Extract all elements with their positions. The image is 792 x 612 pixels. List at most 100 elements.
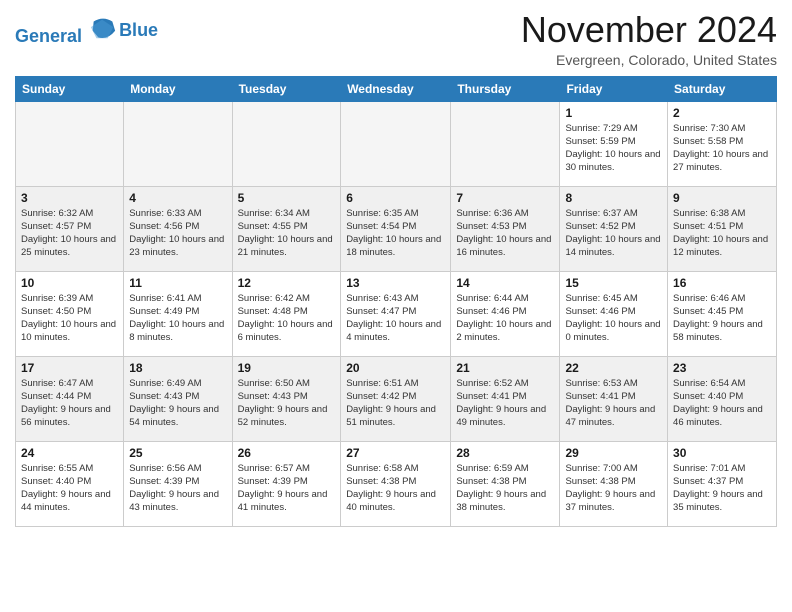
day-detail: Sunrise: 6:36 AMSunset: 4:53 PMDaylight:… xyxy=(456,207,554,260)
day-detail: Sunrise: 6:47 AMSunset: 4:44 PMDaylight:… xyxy=(21,377,118,430)
day-number: 28 xyxy=(456,446,554,460)
day-number: 11 xyxy=(129,276,226,290)
calendar-cell: 25 Sunrise: 6:56 AMSunset: 4:39 PMDaylig… xyxy=(124,441,232,526)
day-detail: Sunrise: 6:34 AMSunset: 4:55 PMDaylight:… xyxy=(238,207,336,260)
day-number: 19 xyxy=(238,361,336,375)
col-wednesday: Wednesday xyxy=(341,76,451,101)
header-row: Sunday Monday Tuesday Wednesday Thursday… xyxy=(16,76,777,101)
day-detail: Sunrise: 7:29 AMSunset: 5:59 PMDaylight:… xyxy=(565,122,662,175)
week-row-4: 24 Sunrise: 6:55 AMSunset: 4:40 PMDaylig… xyxy=(16,441,777,526)
col-thursday: Thursday xyxy=(451,76,560,101)
day-number: 6 xyxy=(346,191,445,205)
calendar-cell xyxy=(232,101,341,186)
calendar-cell: 28 Sunrise: 6:59 AMSunset: 4:38 PMDaylig… xyxy=(451,441,560,526)
day-detail: Sunrise: 6:42 AMSunset: 4:48 PMDaylight:… xyxy=(238,292,336,345)
week-row-2: 10 Sunrise: 6:39 AMSunset: 4:50 PMDaylig… xyxy=(16,271,777,356)
week-row-3: 17 Sunrise: 6:47 AMSunset: 4:44 PMDaylig… xyxy=(16,356,777,441)
col-monday: Monday xyxy=(124,76,232,101)
calendar-cell xyxy=(341,101,451,186)
week-row-0: 1 Sunrise: 7:29 AMSunset: 5:59 PMDayligh… xyxy=(16,101,777,186)
calendar-cell: 3 Sunrise: 6:32 AMSunset: 4:57 PMDayligh… xyxy=(16,186,124,271)
day-detail: Sunrise: 6:45 AMSunset: 4:46 PMDaylight:… xyxy=(565,292,662,345)
day-detail: Sunrise: 6:53 AMSunset: 4:41 PMDaylight:… xyxy=(565,377,662,430)
title-section: November 2024 Evergreen, Colorado, Unite… xyxy=(521,10,777,68)
logo-line1: General xyxy=(15,26,82,46)
day-number: 5 xyxy=(238,191,336,205)
day-detail: Sunrise: 6:49 AMSunset: 4:43 PMDaylight:… xyxy=(129,377,226,430)
col-friday: Friday xyxy=(560,76,668,101)
calendar-cell: 14 Sunrise: 6:44 AMSunset: 4:46 PMDaylig… xyxy=(451,271,560,356)
day-number: 3 xyxy=(21,191,118,205)
calendar-cell: 13 Sunrise: 6:43 AMSunset: 4:47 PMDaylig… xyxy=(341,271,451,356)
day-number: 27 xyxy=(346,446,445,460)
day-number: 7 xyxy=(456,191,554,205)
calendar-cell: 6 Sunrise: 6:35 AMSunset: 4:54 PMDayligh… xyxy=(341,186,451,271)
calendar-cell xyxy=(451,101,560,186)
day-detail: Sunrise: 7:30 AMSunset: 5:58 PMDaylight:… xyxy=(673,122,771,175)
calendar-cell: 22 Sunrise: 6:53 AMSunset: 4:41 PMDaylig… xyxy=(560,356,668,441)
day-number: 9 xyxy=(673,191,771,205)
calendar-cell: 30 Sunrise: 7:01 AMSunset: 4:37 PMDaylig… xyxy=(668,441,777,526)
calendar-cell: 26 Sunrise: 6:57 AMSunset: 4:39 PMDaylig… xyxy=(232,441,341,526)
calendar-cell: 1 Sunrise: 7:29 AMSunset: 5:59 PMDayligh… xyxy=(560,101,668,186)
calendar-cell: 19 Sunrise: 6:50 AMSunset: 4:43 PMDaylig… xyxy=(232,356,341,441)
logo: General Blue xyxy=(15,14,158,47)
day-detail: Sunrise: 6:50 AMSunset: 4:43 PMDaylight:… xyxy=(238,377,336,430)
day-detail: Sunrise: 6:55 AMSunset: 4:40 PMDaylight:… xyxy=(21,462,118,515)
day-number: 29 xyxy=(565,446,662,460)
calendar-cell: 8 Sunrise: 6:37 AMSunset: 4:52 PMDayligh… xyxy=(560,186,668,271)
calendar-cell: 16 Sunrise: 6:46 AMSunset: 4:45 PMDaylig… xyxy=(668,271,777,356)
calendar-cell: 4 Sunrise: 6:33 AMSunset: 4:56 PMDayligh… xyxy=(124,186,232,271)
header: General Blue November 2024 Evergreen, Co… xyxy=(15,10,777,68)
day-number: 23 xyxy=(673,361,771,375)
day-number: 30 xyxy=(673,446,771,460)
day-detail: Sunrise: 6:58 AMSunset: 4:38 PMDaylight:… xyxy=(346,462,445,515)
day-detail: Sunrise: 6:52 AMSunset: 4:41 PMDaylight:… xyxy=(456,377,554,430)
day-number: 14 xyxy=(456,276,554,290)
day-detail: Sunrise: 6:46 AMSunset: 4:45 PMDaylight:… xyxy=(673,292,771,345)
day-number: 2 xyxy=(673,106,771,120)
day-number: 17 xyxy=(21,361,118,375)
day-number: 13 xyxy=(346,276,445,290)
day-number: 26 xyxy=(238,446,336,460)
col-tuesday: Tuesday xyxy=(232,76,341,101)
day-detail: Sunrise: 6:32 AMSunset: 4:57 PMDaylight:… xyxy=(21,207,118,260)
logo-line2: Blue xyxy=(119,21,158,41)
calendar-table: Sunday Monday Tuesday Wednesday Thursday… xyxy=(15,76,777,527)
day-number: 21 xyxy=(456,361,554,375)
day-detail: Sunrise: 7:00 AMSunset: 4:38 PMDaylight:… xyxy=(565,462,662,515)
calendar-cell xyxy=(16,101,124,186)
logo-icon xyxy=(89,14,117,42)
calendar-cell xyxy=(124,101,232,186)
day-detail: Sunrise: 6:44 AMSunset: 4:46 PMDaylight:… xyxy=(456,292,554,345)
day-number: 25 xyxy=(129,446,226,460)
col-saturday: Saturday xyxy=(668,76,777,101)
day-detail: Sunrise: 6:56 AMSunset: 4:39 PMDaylight:… xyxy=(129,462,226,515)
location: Evergreen, Colorado, United States xyxy=(521,52,777,68)
calendar-cell: 17 Sunrise: 6:47 AMSunset: 4:44 PMDaylig… xyxy=(16,356,124,441)
calendar-cell: 20 Sunrise: 6:51 AMSunset: 4:42 PMDaylig… xyxy=(341,356,451,441)
calendar-cell: 18 Sunrise: 6:49 AMSunset: 4:43 PMDaylig… xyxy=(124,356,232,441)
day-number: 16 xyxy=(673,276,771,290)
day-detail: Sunrise: 6:37 AMSunset: 4:52 PMDaylight:… xyxy=(565,207,662,260)
day-number: 24 xyxy=(21,446,118,460)
week-row-1: 3 Sunrise: 6:32 AMSunset: 4:57 PMDayligh… xyxy=(16,186,777,271)
day-detail: Sunrise: 6:41 AMSunset: 4:49 PMDaylight:… xyxy=(129,292,226,345)
day-detail: Sunrise: 6:54 AMSunset: 4:40 PMDaylight:… xyxy=(673,377,771,430)
calendar-cell: 12 Sunrise: 6:42 AMSunset: 4:48 PMDaylig… xyxy=(232,271,341,356)
day-detail: Sunrise: 6:39 AMSunset: 4:50 PMDaylight:… xyxy=(21,292,118,345)
calendar-cell: 23 Sunrise: 6:54 AMSunset: 4:40 PMDaylig… xyxy=(668,356,777,441)
calendar-cell: 15 Sunrise: 6:45 AMSunset: 4:46 PMDaylig… xyxy=(560,271,668,356)
calendar-cell: 7 Sunrise: 6:36 AMSunset: 4:53 PMDayligh… xyxy=(451,186,560,271)
day-number: 1 xyxy=(565,106,662,120)
calendar-cell: 21 Sunrise: 6:52 AMSunset: 4:41 PMDaylig… xyxy=(451,356,560,441)
day-detail: Sunrise: 7:01 AMSunset: 4:37 PMDaylight:… xyxy=(673,462,771,515)
day-detail: Sunrise: 6:38 AMSunset: 4:51 PMDaylight:… xyxy=(673,207,771,260)
day-detail: Sunrise: 6:51 AMSunset: 4:42 PMDaylight:… xyxy=(346,377,445,430)
day-number: 15 xyxy=(565,276,662,290)
day-number: 8 xyxy=(565,191,662,205)
day-number: 10 xyxy=(21,276,118,290)
calendar-cell: 5 Sunrise: 6:34 AMSunset: 4:55 PMDayligh… xyxy=(232,186,341,271)
calendar-cell: 29 Sunrise: 7:00 AMSunset: 4:38 PMDaylig… xyxy=(560,441,668,526)
calendar-cell: 10 Sunrise: 6:39 AMSunset: 4:50 PMDaylig… xyxy=(16,271,124,356)
